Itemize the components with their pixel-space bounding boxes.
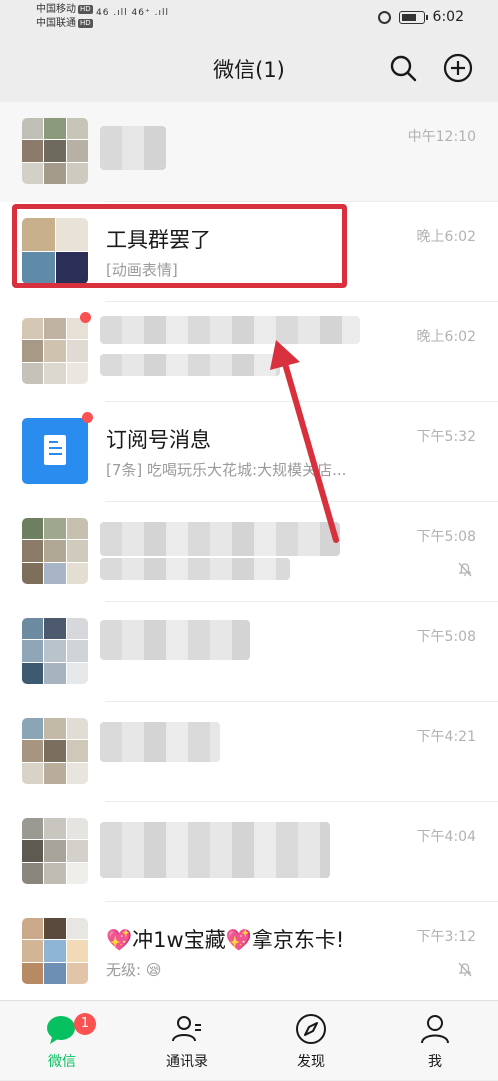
tab-label: 发现	[297, 1054, 325, 1070]
sleepy-emoji: 😪	[145, 961, 162, 979]
heart-emoji: 💖	[225, 928, 252, 952]
group-avatar	[22, 918, 88, 984]
mute-bell-icon	[458, 962, 472, 977]
chat-time: 下午5:08	[416, 529, 476, 545]
search-icon	[390, 55, 417, 82]
chat-time: 中午12:10	[407, 129, 476, 145]
blurred-name	[100, 126, 166, 170]
tab-contacts[interactable]: 通讯录	[147, 1001, 227, 1081]
tab-label: 通讯录	[166, 1054, 208, 1070]
alarm-icon	[377, 10, 391, 24]
chat-bubble-icon	[47, 1016, 75, 1044]
compass-icon	[296, 1014, 326, 1044]
chat-time: 下午5:08	[416, 629, 476, 645]
chat-name: 订阅号消息	[106, 428, 211, 452]
chat-time: 下午5:32	[416, 429, 476, 445]
blurred-preview	[100, 354, 280, 376]
plus-circle-icon	[443, 53, 473, 83]
mute-bell-icon	[458, 562, 472, 577]
chat-preview: 无级: 😪	[106, 961, 162, 979]
carrier-1: 中国移动 HD	[36, 4, 93, 15]
chat-row[interactable]: 💖冲1w宝藏💖拿京东卡! 无级: 😪 下午3:12	[0, 902, 498, 1002]
search-button[interactable]	[385, 50, 421, 86]
chat-time: 晚上6:02	[416, 329, 476, 345]
chat-time: 下午3:12	[416, 929, 476, 945]
chat-name-part: 冲1w宝藏	[132, 928, 226, 952]
blurred-name	[100, 722, 220, 762]
tab-label: 微信	[48, 1054, 76, 1070]
tab-bar: 1 微信 通讯录 发现 我	[0, 1000, 498, 1080]
tab-discover[interactable]: 发现	[271, 1001, 351, 1081]
chat-row[interactable]: 下午4:21	[0, 702, 498, 802]
chat-row[interactable]: 订阅号消息 [7条] 吃喝玩乐大花城:大规模关店... 下午5:32	[0, 402, 498, 502]
contacts-icon	[172, 1016, 201, 1042]
heart-emoji: 💖	[106, 928, 133, 952]
battery-level	[401, 13, 416, 21]
status-bar: 中国移动 HD 中国联通 HD 46 .ıll 46⁺ .ıll 6:02	[0, 0, 498, 36]
chat-row[interactable]: 下午4:04	[0, 802, 498, 902]
chat-row[interactable]: 晚上6:02	[0, 302, 498, 402]
subscription-icon	[22, 418, 88, 484]
tab-me[interactable]: 我	[395, 1001, 475, 1081]
unread-dot	[82, 412, 93, 423]
unread-badge: 1	[74, 1013, 96, 1035]
blurred-name	[100, 822, 330, 878]
clock: 6:02	[432, 9, 464, 25]
group-avatar	[22, 618, 88, 684]
chat-row[interactable]: 下午5:08	[0, 502, 498, 602]
annotation-arrow	[270, 340, 339, 543]
chat-time: 下午4:21	[416, 729, 476, 745]
chat-row[interactable]: 中午12:10	[0, 102, 498, 202]
chat-name-part: 拿京东卡!	[251, 928, 345, 952]
avatar	[22, 118, 88, 184]
signal-icons: 46 .ıll 46⁺ .ıll	[96, 8, 169, 18]
unread-dot	[80, 312, 91, 323]
page-title: 微信(1)	[213, 58, 285, 82]
group-avatar	[22, 718, 88, 784]
tab-label: 我	[428, 1054, 442, 1070]
tab-chats[interactable]: 1 微信	[22, 1001, 102, 1081]
person-icon	[421, 1015, 449, 1044]
nav-bar: 微信(1)	[0, 36, 498, 102]
blurred-name	[100, 620, 250, 660]
add-button[interactable]	[440, 50, 476, 86]
chat-name: 💖冲1w宝藏💖拿京东卡!	[106, 924, 344, 954]
battery-icon	[398, 10, 428, 24]
chat-time: 晚上6:02	[416, 229, 476, 245]
group-avatar	[22, 318, 88, 384]
carrier-2: 中国联通 HD	[36, 18, 93, 29]
highlight-box	[12, 204, 347, 288]
chat-row[interactable]: 下午5:08	[0, 602, 498, 702]
chat-time: 下午4:04	[416, 829, 476, 845]
hd-badge-2: HD	[78, 19, 93, 28]
blurred-preview	[100, 558, 290, 580]
group-avatar	[22, 818, 88, 884]
hd-badge-1: HD	[78, 5, 93, 14]
group-avatar	[22, 518, 88, 584]
